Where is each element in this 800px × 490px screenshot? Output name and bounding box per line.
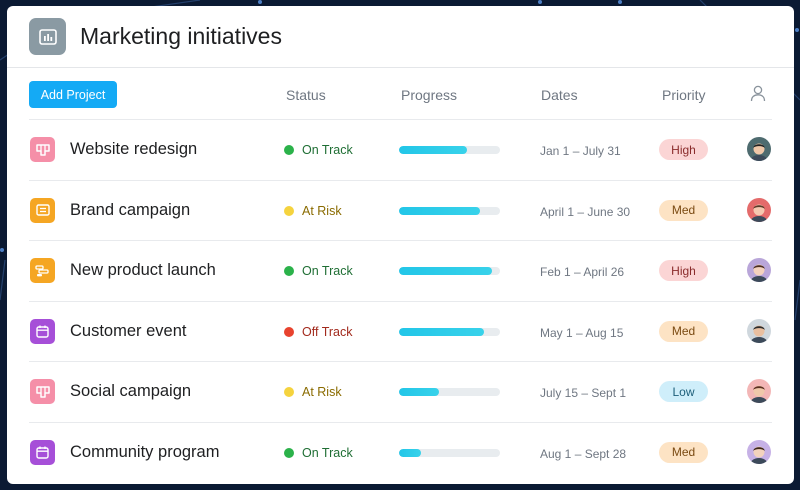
avatar[interactable] (747, 379, 771, 404)
project-name[interactable]: Social campaign (70, 382, 191, 401)
status-dot (284, 266, 294, 277)
avatar[interactable] (747, 439, 771, 464)
avatar[interactable] (747, 258, 771, 283)
status-dot (284, 326, 294, 337)
progress-bar (399, 388, 500, 397)
progress-bar (399, 267, 500, 276)
column-header-status[interactable]: Status (286, 87, 326, 103)
project-name[interactable]: Website redesign (70, 140, 197, 159)
date-range[interactable]: April 1 – June 30 (540, 205, 630, 219)
progress-fill (399, 146, 467, 154)
date-range[interactable]: May 1 – Aug 15 (540, 326, 623, 340)
date-range[interactable]: July 15 – Sept 1 (540, 386, 626, 400)
avatar[interactable] (747, 318, 771, 343)
status-label: At Risk (302, 203, 342, 218)
progress-bar (399, 448, 500, 457)
date-range[interactable]: Jan 1 – July 31 (540, 144, 621, 158)
status-indicator[interactable]: Off Track (284, 325, 352, 339)
progress-fill (399, 388, 440, 397)
status-indicator[interactable]: On Track (284, 143, 353, 157)
column-header-priority[interactable]: Priority (662, 87, 706, 103)
status-dot (284, 387, 294, 398)
project-name[interactable]: Customer event (70, 322, 186, 341)
table-row[interactable]: New product launch On Track Feb 1 – Apri… (29, 240, 772, 301)
priority-badge[interactable]: Med (659, 199, 708, 221)
priority-badge[interactable]: High (659, 139, 708, 160)
project-card: Marketing initiatives Add Project Status… (7, 6, 794, 484)
table-row[interactable]: Social campaign At Risk July 15 – Sept 1… (29, 361, 772, 422)
priority-badge[interactable]: High (659, 260, 708, 282)
calendar-icon (30, 318, 55, 344)
page-title: Marketing initiatives (80, 23, 282, 49)
priority-badge[interactable]: Med (659, 320, 708, 342)
person-icon[interactable] (750, 85, 766, 107)
table-row[interactable]: Website redesign On Track Jan 1 – July 3… (29, 119, 772, 180)
progress-fill (399, 267, 492, 276)
status-label: Off Track (302, 324, 353, 339)
project-name[interactable]: Brand campaign (70, 201, 190, 220)
list-icon (30, 197, 55, 223)
bar-chart-icon (29, 18, 66, 55)
status-label: On Track (302, 445, 353, 460)
table-row[interactable]: Customer event Off Track May 1 – Aug 15 … (29, 300, 772, 362)
board-icon (30, 379, 55, 405)
status-indicator[interactable]: On Track (284, 446, 353, 460)
status-label: On Track (302, 143, 353, 157)
timeline-icon (30, 258, 55, 284)
project-name[interactable]: Community program (70, 443, 219, 462)
project-list: Website redesign On Track Jan 1 – July 3… (29, 119, 772, 483)
add-project-button[interactable]: Add Project (29, 81, 117, 108)
table-row[interactable]: Brand campaign At Risk April 1 – June 30… (29, 179, 772, 241)
progress-bar (399, 206, 500, 215)
avatar[interactable] (747, 197, 771, 222)
progress-fill (399, 206, 480, 215)
avatar[interactable] (747, 137, 771, 161)
header: Marketing initiatives (7, 6, 794, 68)
calendar-icon (30, 439, 55, 465)
priority-badge[interactable]: Med (659, 441, 708, 463)
progress-bar (399, 327, 500, 336)
status-indicator[interactable]: At Risk (284, 385, 342, 399)
board-icon (30, 137, 55, 162)
status-indicator[interactable]: On Track (284, 264, 353, 278)
table-toolbar: Add Project Status Progress Dates Priori… (7, 68, 794, 118)
column-header-progress[interactable]: Progress (401, 87, 457, 103)
status-indicator[interactable]: At Risk (284, 204, 342, 218)
status-dot (284, 205, 294, 216)
progress-bar (399, 146, 500, 154)
priority-badge[interactable]: Low (659, 381, 708, 403)
project-name[interactable]: New product launch (70, 261, 216, 280)
table-row[interactable]: Community program On Track Aug 1 – Sept … (29, 421, 772, 483)
status-dot (284, 447, 294, 458)
status-label: At Risk (302, 385, 342, 400)
date-range[interactable]: Feb 1 – April 26 (540, 265, 624, 279)
date-range[interactable]: Aug 1 – Sept 28 (540, 447, 626, 461)
status-label: On Track (302, 264, 353, 279)
status-dot (284, 145, 294, 155)
progress-fill (399, 448, 422, 457)
progress-fill (399, 327, 484, 336)
column-header-dates[interactable]: Dates (541, 87, 578, 103)
